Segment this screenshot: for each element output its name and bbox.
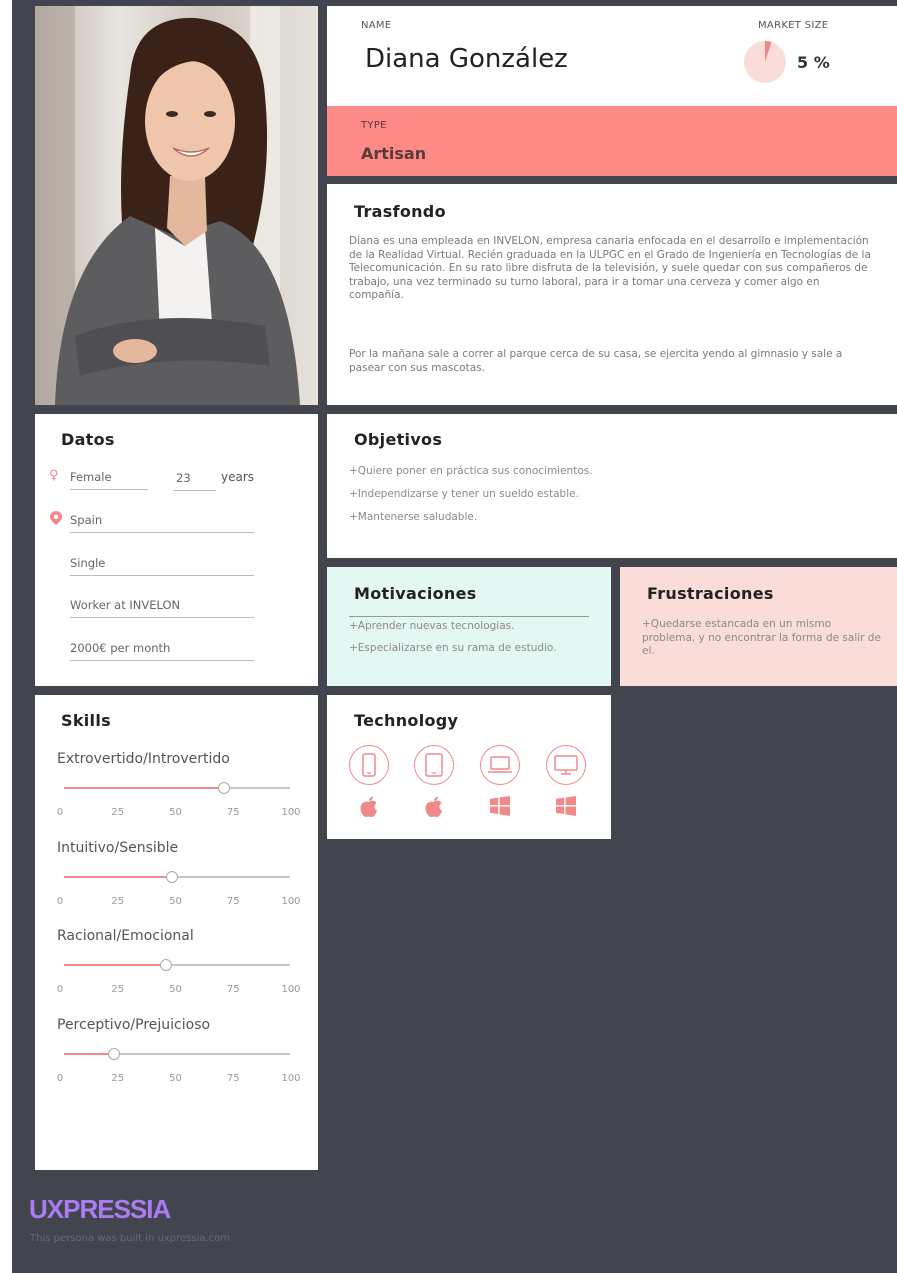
skill-label: Perceptivo/Prejuicioso (57, 1016, 211, 1033)
scale-tick-label: 0 (56, 807, 64, 818)
frustraciones-card: Frustraciones +Quedarse estancada en un … (620, 567, 897, 686)
scale-tick-label: 0 (56, 1072, 64, 1084)
skill-slider-fill (64, 1052, 114, 1055)
scale-tick-label: 25 (111, 807, 125, 818)
technology-card: Technology (327, 695, 611, 839)
skill-slider-track[interactable] (64, 870, 290, 883)
skill-scale: 0 25 50 75 100 (56, 1072, 301, 1085)
name-label: NAME (361, 20, 392, 31)
skill-slider-fill (64, 964, 166, 966)
job-field: Worker at INVELON (70, 598, 254, 618)
scale-tick-label: 100 (281, 1072, 301, 1084)
skill-label: Extrovertido/Introvertido (57, 751, 230, 767)
footer-credit: This persona was built in uxpressia.com (30, 1233, 231, 1244)
windows-icon (490, 795, 510, 817)
skills-title: Skills (61, 711, 111, 730)
persona-photo (35, 6, 318, 405)
scale-tick-label: 50 (169, 984, 182, 995)
datos-card: Datos ♀ Female 23 years Spain Single Wor… (35, 414, 318, 686)
list-item: +Especializarse en su rama de estudio. (349, 642, 557, 654)
scale-tick-label: 100 (281, 895, 301, 907)
scale-tick-label: 75 (226, 807, 240, 818)
scale-tick-label: 50 (169, 1072, 182, 1084)
persona-type: Artisan (361, 144, 427, 163)
motivaciones-card: Motivaciones +Aprender nuevas tecnologia… (327, 567, 611, 686)
list-item: +Independizarse y tener un sueldo establ… (349, 488, 579, 500)
tablet-icon (414, 745, 454, 785)
apple-icon (359, 796, 379, 818)
persona-page: NAME Diana González MARKET SIZE 5 % TYPE… (12, 0, 897, 1273)
scale-tick-label: 50 (169, 895, 182, 907)
scale-tick-label: 25 (111, 1072, 125, 1084)
market-size-label: MARKET SIZE (758, 20, 829, 31)
windows-icon (556, 795, 576, 817)
scale-tick-label: 25 (111, 984, 125, 995)
location-pin-icon (50, 511, 62, 525)
brand-logo[interactable]: UXPRESSIA (29, 1194, 171, 1225)
background-card: Trasfondo Diana es una empleada en INVEL… (327, 184, 897, 405)
market-size-value: 5 % (797, 53, 830, 72)
type-band: TYPE Artisan (327, 106, 897, 176)
datos-title: Datos (61, 430, 115, 449)
scale-tick-label: 75 (226, 984, 240, 995)
motivaciones-divider (349, 616, 589, 617)
skill-scale: 0 25 50 75 100 (56, 895, 301, 908)
country-field: Spain (70, 513, 254, 533)
frustraciones-title: Frustraciones (647, 584, 774, 603)
income-field: 2000€ per month (70, 641, 254, 661)
skill-scale: 0 25 50 75 100 (56, 984, 301, 996)
woman-portrait-image (35, 6, 318, 405)
skill-slider-knob[interactable] (166, 870, 179, 883)
motivaciones-title: Motivaciones (354, 584, 477, 603)
scale-tick-label: 50 (169, 807, 182, 818)
skill-slider-track[interactable] (64, 782, 290, 794)
objetivos-title: Objetivos (354, 430, 443, 449)
scale-tick-label: 25 (111, 895, 125, 907)
age-field: 23 (173, 471, 216, 491)
smartphone-icon (349, 745, 389, 785)
objetivos-list: +Quiere poner en práctica sus conocimien… (349, 465, 593, 534)
persona-name: Diana González (365, 44, 568, 74)
skill-slider-knob[interactable] (107, 1047, 120, 1060)
female-icon: ♀ (49, 468, 59, 483)
skill-slider-knob[interactable] (218, 782, 231, 794)
list-item: +Mantenerse saludable. (349, 511, 478, 523)
skill-label: Intuitivo/Sensible (57, 839, 179, 856)
name-card: NAME Diana González MARKET SIZE 5 % (327, 6, 897, 106)
skill-slider-knob[interactable] (159, 959, 172, 971)
background-paragraph-2: Por la mañana sale a correr al parque ce… (349, 348, 843, 374)
skill-slider-fill (64, 787, 225, 789)
apple-icon (424, 796, 444, 818)
objetivos-card: Objetivos +Quiere poner en práctica sus … (327, 414, 897, 558)
scale-tick-label: 100 (281, 984, 301, 995)
laptop-icon (480, 745, 520, 785)
market-size-pie (744, 41, 786, 83)
skills-card: Skills Extrovertido/Introvertido 0 25 50 75 1… (35, 695, 318, 1170)
gender-field: Female (70, 470, 148, 490)
skill-scale: 0 25 50 75 100 (56, 807, 301, 819)
skill-slider-fill (64, 875, 173, 878)
motivaciones-list: +Aprender nuevas tecnologias. +Especiali… (349, 620, 557, 665)
age-unit: years (221, 470, 255, 484)
list-item: +Aprender nuevas tecnologias. (349, 620, 515, 632)
desktop-icon (546, 745, 586, 785)
skill-slider-track[interactable] (64, 1047, 290, 1060)
type-label: TYPE (361, 120, 387, 131)
status-field: Single (70, 556, 254, 576)
skill-slider-track[interactable] (64, 959, 290, 971)
scale-tick-label: 75 (226, 1072, 240, 1084)
background-paragraph-1: Diana es una empleada en INVELON, empres… (349, 235, 871, 301)
scale-tick-label: 100 (281, 807, 301, 818)
scale-tick-label: 75 (226, 895, 240, 907)
scale-tick-label: 0 (56, 984, 64, 995)
technology-title: Technology (354, 711, 459, 730)
list-item: +Quiere poner en práctica sus conocimien… (349, 465, 593, 477)
frustraciones-text: +Quedarse estancada en un mismo problema… (642, 618, 881, 657)
background-title: Trasfondo (354, 202, 446, 221)
skill-label: Racional/Emocional (57, 928, 194, 944)
scale-tick-label: 0 (56, 895, 64, 907)
